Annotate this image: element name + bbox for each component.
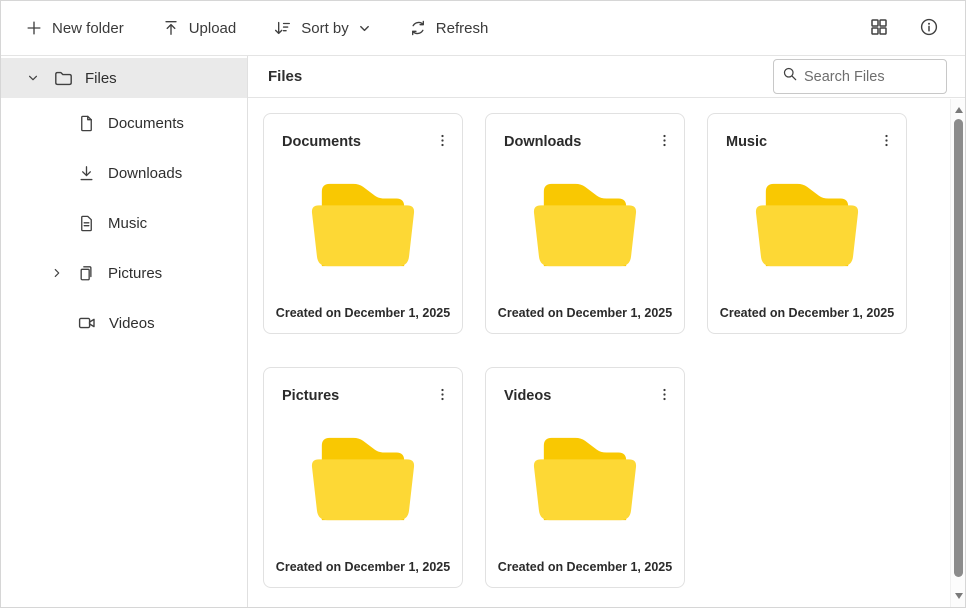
search-icon: [782, 66, 804, 87]
folder-card-caption: Created on December 1, 2025: [264, 306, 462, 320]
folder-card-title: Downloads: [504, 134, 581, 150]
download-icon: [77, 164, 96, 183]
folder-card-caption: Created on December 1, 2025: [264, 560, 462, 574]
body: Files Documents Downloads Music Pictures: [1, 56, 965, 607]
pictures-icon: [77, 264, 96, 283]
new-folder-button[interactable]: New folder: [13, 11, 136, 45]
sidebar-item-label: Files: [85, 70, 117, 87]
more-options-icon[interactable]: [875, 128, 898, 156]
sidebar-item-downloads[interactable]: Downloads: [1, 148, 247, 198]
page-title: Files: [268, 68, 302, 85]
folder-card-title: Documents: [282, 134, 361, 150]
music-file-icon: [77, 214, 96, 233]
info-icon: [919, 17, 939, 40]
vertical-scrollbar[interactable]: [950, 99, 965, 607]
sidebar-item-files[interactable]: Files: [1, 58, 247, 98]
sidebar-item-label: Music: [108, 215, 147, 232]
refresh-label: Refresh: [436, 20, 489, 37]
folder-card-caption: Created on December 1, 2025: [486, 560, 684, 574]
sidebar-item-label: Downloads: [108, 165, 182, 182]
file-icon: [77, 114, 96, 133]
main-panel: Files Documents Created on December 1, 2…: [248, 56, 965, 607]
folder-card-pictures[interactable]: Pictures Created on December 1, 2025: [263, 367, 463, 588]
folder-icon: [53, 68, 73, 88]
toolbar: New folder Upload Sort by Refresh: [1, 1, 965, 56]
video-icon: [77, 313, 97, 333]
content-area: Documents Created on December 1, 2025 Do…: [248, 98, 965, 607]
sidebar-item-documents[interactable]: Documents: [1, 98, 247, 148]
new-folder-label: New folder: [52, 20, 124, 37]
folder-large-icon: [522, 430, 648, 533]
folder-large-icon: [744, 176, 870, 279]
grid-view-icon: [869, 17, 889, 40]
sidebar-item-music[interactable]: Music: [1, 198, 247, 248]
folder-card-downloads[interactable]: Downloads Created on December 1, 2025: [485, 113, 685, 334]
folder-large-icon: [300, 430, 426, 533]
folder-card-caption: Created on December 1, 2025: [486, 306, 684, 320]
sort-by-label: Sort by: [301, 20, 349, 37]
more-options-icon[interactable]: [431, 128, 454, 156]
sort-by-button[interactable]: Sort by: [262, 11, 383, 45]
upload-button[interactable]: Upload: [150, 11, 249, 45]
plus-icon: [25, 19, 43, 37]
chevron-right-icon[interactable]: [49, 267, 65, 279]
folder-large-icon: [522, 176, 648, 279]
sidebar-item-label: Videos: [109, 315, 155, 332]
main-header: Files: [248, 56, 965, 98]
folder-card-music[interactable]: Music Created on December 1, 2025: [707, 113, 907, 334]
refresh-button[interactable]: Refresh: [397, 11, 501, 45]
folder-card-title: Videos: [504, 388, 551, 404]
search-box[interactable]: [773, 59, 947, 94]
upload-label: Upload: [189, 20, 237, 37]
chevron-down-icon: [358, 22, 371, 35]
refresh-icon: [409, 19, 427, 37]
file-manager-window: New folder Upload Sort by Refresh: [0, 0, 966, 608]
sidebar-item-label: Documents: [108, 115, 184, 132]
more-options-icon[interactable]: [653, 128, 676, 156]
upload-icon: [162, 19, 180, 37]
more-options-icon[interactable]: [653, 382, 676, 410]
scroll-down-icon[interactable]: [951, 589, 966, 603]
scroll-up-icon[interactable]: [951, 103, 966, 117]
folder-grid: Documents Created on December 1, 2025 Do…: [263, 113, 931, 588]
grid-view-button[interactable]: [863, 11, 895, 46]
folder-card-documents[interactable]: Documents Created on December 1, 2025: [263, 113, 463, 334]
folder-card-title: Pictures: [282, 388, 339, 404]
more-options-icon[interactable]: [431, 382, 454, 410]
details-info-button[interactable]: [913, 11, 945, 46]
chevron-down-icon[interactable]: [25, 72, 41, 84]
scrollbar-thumb[interactable]: [954, 119, 963, 577]
folder-card-videos[interactable]: Videos Created on December 1, 2025: [485, 367, 685, 588]
search-input[interactable]: [804, 69, 938, 85]
sidebar-item-videos[interactable]: Videos: [1, 298, 247, 348]
sidebar-item-label: Pictures: [108, 265, 162, 282]
sort-icon: [274, 19, 292, 37]
folder-card-title: Music: [726, 134, 767, 150]
folder-large-icon: [300, 176, 426, 279]
folder-card-caption: Created on December 1, 2025: [708, 306, 906, 320]
sidebar: Files Documents Downloads Music Pictures: [1, 56, 248, 607]
sidebar-item-pictures[interactable]: Pictures: [1, 248, 247, 298]
